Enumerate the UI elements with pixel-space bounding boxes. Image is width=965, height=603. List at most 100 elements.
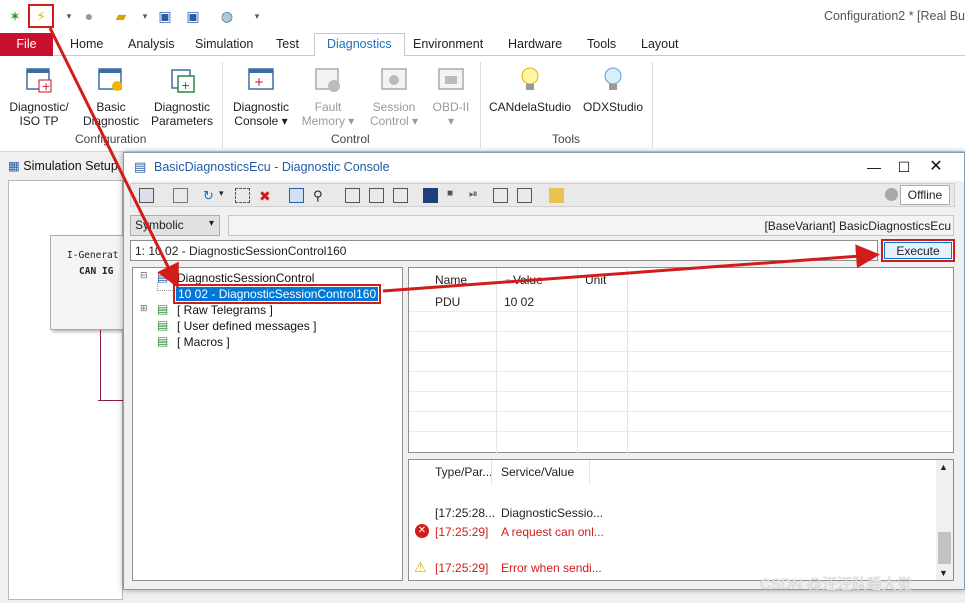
svg-text:+: +: [181, 79, 190, 92]
save-icon[interactable]: ▣: [156, 7, 174, 25]
close-button[interactable]: ✕: [921, 156, 951, 178]
candelastudio-button[interactable]: CANdelaStudio: [488, 64, 572, 114]
stop-icon[interactable]: ●: [80, 7, 98, 25]
chevron-down-icon[interactable]: ▾: [136, 7, 154, 25]
delete-icon[interactable]: ✖: [259, 188, 274, 204]
tree-node-macros[interactable]: [ Macros ]: [177, 335, 230, 349]
button-label: Diagnostic: [232, 100, 290, 114]
macro-icon: ▤: [157, 334, 169, 348]
tab-file[interactable]: File: [0, 33, 53, 56]
chevron-down-icon[interactable]: ▾: [219, 188, 234, 203]
simulation-icon: ▦: [8, 159, 24, 173]
scroll-down-icon[interactable]: ▼: [939, 568, 948, 578]
select-value: Symbolic: [135, 218, 184, 232]
properties-icon[interactable]: [235, 188, 250, 203]
folder-icon[interactable]: [549, 188, 564, 203]
selected-service-label: 10 02 - DiagnosticSessionControl160: [176, 287, 379, 301]
service-tree[interactable]: ⊟ ▤ DiagnosticSessionControl 10 02 - Dia…: [132, 267, 403, 581]
tree-node-raw-telegrams[interactable]: [ Raw Telegrams ]: [177, 303, 273, 317]
log-text[interactable]: Error when sendi...: [501, 561, 602, 575]
minimize-button[interactable]: —: [859, 156, 889, 178]
simulation-setup-title[interactable]: ▦ Simulation Setup: [8, 158, 118, 173]
tree-node-diagnostic-session-control[interactable]: DiagnosticSessionControl: [177, 271, 314, 285]
block-label: I-Generat: [67, 250, 119, 261]
bus-line: [98, 400, 124, 401]
tab-environment[interactable]: Environment: [413, 37, 483, 51]
start-measurement-icon[interactable]: ⚡: [28, 4, 54, 28]
column-header-type[interactable]: Type/Par...: [427, 460, 492, 480]
column-header-unit[interactable]: Unit: [577, 268, 606, 288]
button-label: Diagnostic: [153, 100, 211, 114]
obd-ii-button[interactable]: OBD-II ▾: [428, 64, 474, 128]
tab-simulation[interactable]: Simulation: [195, 37, 253, 51]
customize-icon[interactable]: ▾: [248, 7, 266, 25]
step-icon[interactable]: ⏯: [469, 188, 484, 203]
symbolic-select[interactable]: Symbolic ▾: [130, 215, 220, 236]
expand-icon[interactable]: ⊞: [140, 303, 148, 314]
send-icon[interactable]: [289, 188, 304, 203]
macro-icon[interactable]: [393, 188, 408, 203]
button-label: ODXStudio: [582, 100, 644, 114]
column-header-service-value[interactable]: Service/Value: [493, 460, 574, 480]
basic-diagnostic-button[interactable]: Basic Diagnostic: [82, 64, 140, 128]
column-header-name[interactable]: Name: [427, 268, 467, 288]
odxstudio-button[interactable]: ODXStudio: [580, 64, 646, 114]
record-icon[interactable]: [423, 188, 438, 203]
execute-button[interactable]: Execute: [881, 239, 955, 262]
collapse-icon[interactable]: ⊟: [140, 270, 148, 281]
execute-label: Execute: [884, 242, 952, 259]
error-icon: ✕: [415, 524, 429, 538]
group-divider: [652, 62, 653, 148]
network-icon[interactable]: ◍: [218, 7, 236, 25]
basic-diagnostic-icon: [95, 64, 127, 96]
export-icon[interactable]: [369, 188, 384, 203]
import-icon[interactable]: [345, 188, 360, 203]
offline-button[interactable]: Offline: [900, 185, 950, 205]
parameter-value-cell[interactable]: 10 02: [504, 295, 534, 309]
monitor-icon[interactable]: [139, 188, 154, 203]
diagnostic-iso-tp-button[interactable]: + Diagnostic/ ISO TP: [8, 64, 70, 128]
message-log: Type/Par... Service/Value [17:25:28... D…: [408, 459, 954, 581]
tab-test[interactable]: Test: [276, 37, 299, 51]
binoculars-icon[interactable]: ⚲: [313, 188, 328, 203]
vertical-scrollbar[interactable]: ▲ ▼: [936, 460, 953, 580]
save-as-icon[interactable]: ▣: [184, 7, 202, 25]
chevron-down-icon[interactable]: ▾: [60, 7, 78, 25]
parameter-grid: Name ■ Value Unit PDU 10 02: [408, 267, 954, 454]
grid-row-line: [409, 371, 953, 372]
command-input[interactable]: 1: 10 02 - DiagnosticSessionControl160: [130, 240, 878, 261]
open-folder-icon[interactable]: ▰: [112, 7, 130, 25]
grid-icon[interactable]: [493, 188, 508, 203]
tree-node-user-defined-messages[interactable]: [ User defined messages ]: [177, 319, 316, 333]
diagnostic-parameters-button[interactable]: + Diagnostic Parameters: [148, 64, 216, 128]
maximize-button[interactable]: ☐: [889, 156, 919, 178]
dialog-title-bar: ▤ BasicDiagnosticsEcu - Diagnostic Conso…: [124, 153, 964, 181]
scroll-thumb[interactable]: [938, 532, 951, 564]
session-control-button[interactable]: Session Control ▾: [364, 64, 424, 128]
tab-diagnostics[interactable]: Diagnostics: [314, 33, 405, 57]
log-text[interactable]: A request can onl...: [501, 525, 604, 539]
scroll-up-icon[interactable]: ▲: [939, 462, 948, 472]
fault-memory-icon: [312, 64, 344, 96]
grid-row-line: [409, 431, 953, 432]
tab-home[interactable]: Home: [70, 37, 103, 51]
stop-icon[interactable]: ■: [447, 188, 462, 203]
grid-row-line: [409, 391, 953, 392]
tab-layout[interactable]: Layout: [641, 37, 679, 51]
header-label: Value: [512, 273, 543, 287]
tab-hardware[interactable]: Hardware: [508, 37, 562, 51]
interactive-generator-block[interactable]: I-Generat CAN IG: [50, 235, 125, 330]
quick-access-toolbar: ✶ ⚡ ▾ ● ▰ ▾ ▣ ▣ ◍ ▾ Configuration2 * [Re…: [0, 0, 965, 33]
diagnostic-console-button[interactable]: + Diagnostic Console ▾: [228, 64, 294, 128]
console-icon: ▤: [134, 159, 147, 174]
table-icon[interactable]: [517, 188, 532, 203]
copy-icon[interactable]: [173, 188, 188, 203]
tab-analysis[interactable]: Analysis: [128, 37, 175, 51]
column-header-value[interactable]: ■ Value: [497, 268, 577, 288]
parameters-icon: +: [166, 64, 198, 96]
refresh-icon[interactable]: ↻: [203, 188, 218, 203]
fault-memory-button[interactable]: Fault Memory ▾: [298, 64, 358, 128]
tree-node-selected-service[interactable]: 10 02 - DiagnosticSessionControl160: [173, 284, 382, 304]
log-text[interactable]: DiagnosticSessio...: [501, 506, 603, 520]
tab-tools[interactable]: Tools: [587, 37, 616, 51]
